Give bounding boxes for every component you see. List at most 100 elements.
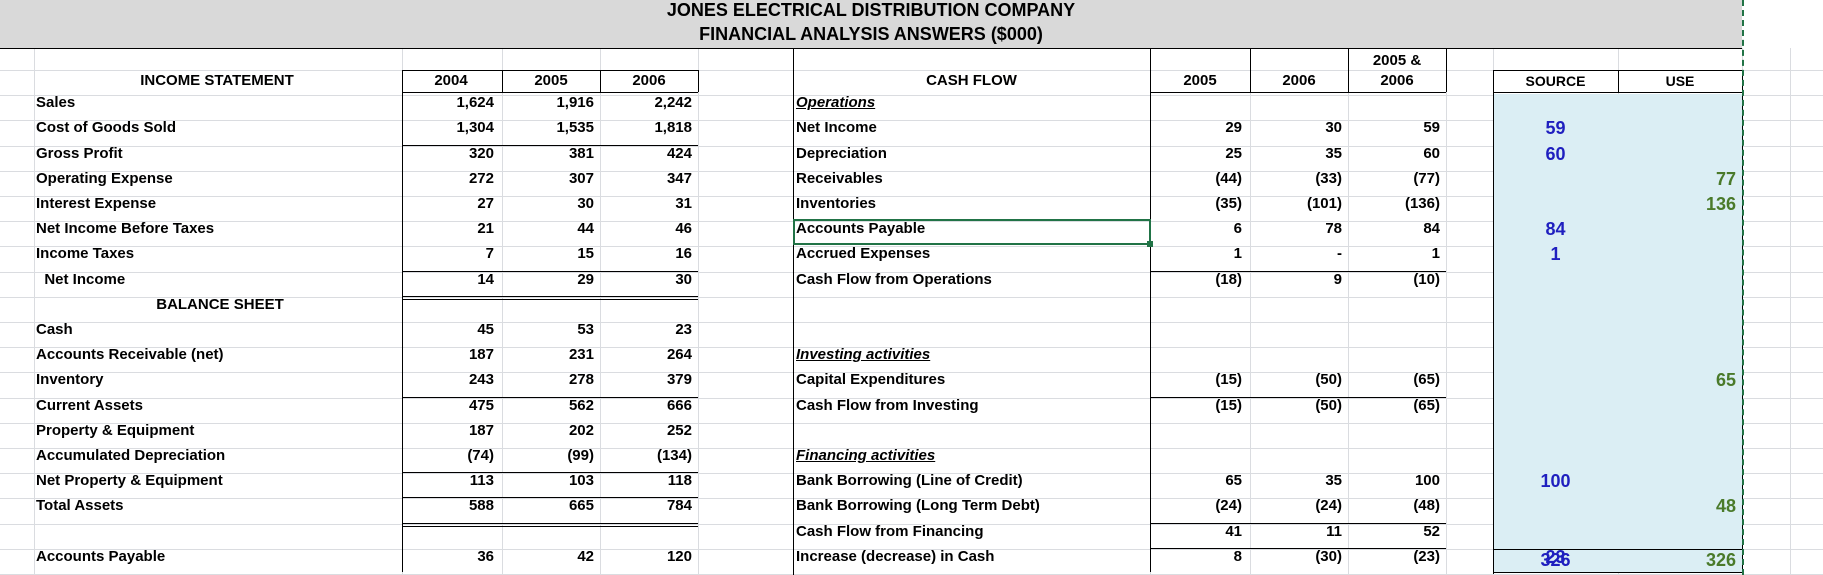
- income-row-value: 15: [577, 245, 594, 263]
- cashflow-row-value: 60: [1423, 144, 1440, 162]
- balance-row-value: 23: [675, 321, 692, 338]
- income-year-2004: 2004: [434, 72, 468, 89]
- cashflow-row-value: (77): [1413, 169, 1440, 187]
- use-value: 77: [1715, 168, 1736, 189]
- income-row-value: 1,818: [654, 119, 692, 137]
- su-left-border: [1493, 70, 1494, 574]
- balance-row-label: Property & Equipment: [36, 421, 195, 439]
- subtotal-rule: [402, 472, 698, 474]
- cashflow-row-value: 100: [1414, 472, 1440, 490]
- income-row-value: 1,535: [556, 119, 594, 137]
- balance-row-value: (99): [567, 447, 594, 464]
- source-value: 84: [1545, 219, 1566, 240]
- title-band: JONES ELECTRICAL DISTRIBUTION COMPANY FI…: [0, 0, 1742, 48]
- cashflow-row-label: Bank Borrowing (Line of Credit): [796, 472, 1023, 490]
- cashflow-year-divider: [1150, 48, 1151, 92]
- fill-handle[interactable]: [1147, 241, 1153, 248]
- balance-row-value: 36: [477, 547, 494, 565]
- source-header: SOURCE: [1525, 73, 1586, 89]
- income-row-label: Sales: [36, 94, 76, 112]
- balance-row-value: 45: [477, 321, 494, 338]
- cashflow-row-value: (15): [1215, 371, 1242, 389]
- total-rule-double: [402, 298, 698, 300]
- selected-cell[interactable]: [793, 219, 1153, 248]
- cashflow-row-label: Inventories: [796, 195, 877, 212]
- subtotal-rule: [1150, 547, 1446, 549]
- balance-row-value: 278: [568, 371, 594, 389]
- income-row-value: 46: [675, 220, 692, 238]
- cashflow-row-value: 8: [1233, 547, 1242, 565]
- income-row-value: 27: [477, 195, 494, 212]
- total-rule: [402, 295, 698, 297]
- income-row-value: 7: [485, 245, 494, 263]
- income-row-label: Gross Profit: [36, 144, 123, 162]
- income-row-value: 44: [577, 220, 594, 238]
- cashflow-row-label: Increase (decrease) in Cash: [796, 547, 995, 565]
- balance-row-value: 379: [666, 371, 692, 389]
- subtotal-rule: [1150, 396, 1446, 398]
- cashflow-row-value: -: [1337, 245, 1342, 263]
- cashflow-row-value: 11: [1326, 522, 1342, 540]
- total-rule: [402, 522, 698, 524]
- balance-row-value: (134): [656, 447, 692, 464]
- grid-col-line: [1446, 48, 1447, 575]
- cashflow-row-value: 65: [1225, 472, 1242, 490]
- balance-row-label: Total Assets: [36, 497, 124, 515]
- cashflow-row-label: Net Income: [796, 119, 877, 137]
- income-row-value: 424: [666, 144, 692, 162]
- cashflow-year-divider: [1446, 48, 1447, 92]
- source-value: 59: [1545, 118, 1566, 139]
- income-row-value: 272: [468, 169, 494, 187]
- year-box-top: [402, 70, 698, 71]
- income-row-label: Net Income Before Taxes: [36, 220, 215, 238]
- cashflow-year-divider: [1348, 48, 1349, 92]
- subtotal-rule: [1150, 270, 1446, 272]
- cashflow-year-2005: 2005: [1183, 72, 1217, 89]
- year-box-divider: [698, 70, 699, 92]
- cashflow-row-value: 6: [1233, 220, 1242, 238]
- subtotal-rule: [402, 497, 698, 499]
- cashflow-section-label: Financing activities: [796, 447, 936, 464]
- balance-row-value: 42: [577, 547, 594, 565]
- cashflow-row-value: (136): [1404, 195, 1440, 212]
- su-header-bottom: [1493, 92, 1742, 93]
- totals-bottom-rule: [1493, 572, 1742, 573]
- balance-row-value: 252: [666, 421, 692, 439]
- income-row-value: 1,304: [456, 119, 494, 137]
- cashflow-row-value: (18): [1215, 270, 1242, 288]
- cashflow-row-value: 1: [1233, 245, 1242, 263]
- source-value: 1: [1550, 244, 1561, 265]
- cashflow-row-value: (65): [1413, 371, 1440, 389]
- cashflow-row-label: Cash Flow from Financing: [796, 522, 984, 540]
- cashflow-row-label: Receivables: [796, 169, 883, 187]
- cashflow-year-combined-line2: 2006: [1380, 72, 1414, 89]
- year-box-divider: [502, 70, 503, 92]
- cashflow-year-2006: 2006: [1282, 72, 1316, 89]
- income-row-value: 14: [477, 270, 494, 288]
- income-row-value: 29: [577, 270, 594, 288]
- title-underline: [0, 48, 1742, 49]
- cashflow-row-value: 52: [1423, 522, 1440, 540]
- cashflow-row-value: (10): [1413, 270, 1440, 288]
- balance-row-label: Accounts Receivable (net): [36, 346, 224, 364]
- income-heading: INCOME STATEMENT: [140, 72, 294, 89]
- cashflow-row-label: Cash Flow from Operations: [796, 270, 992, 288]
- income-row-label: Income Taxes: [36, 245, 135, 263]
- use-total: 326: [1705, 550, 1736, 570]
- company-title: JONES ELECTRICAL DISTRIBUTION COMPANY: [666, 0, 1076, 20]
- cashflow-row-value: 41: [1225, 522, 1242, 540]
- cashflow-section-label: Investing activities: [796, 346, 931, 364]
- income-row-label: Cost of Goods Sold: [36, 119, 176, 137]
- cashflow-row-label: Bank Borrowing (Long Term Debt): [796, 497, 1040, 515]
- balance-row-label: Accumulated Depreciation: [36, 447, 226, 464]
- cashflow-row-value: (101): [1306, 195, 1342, 212]
- cashflow-row-value: (15): [1215, 396, 1242, 414]
- balance-row-label: Accounts Payable: [36, 547, 166, 565]
- report-subtitle: FINANCIAL ANALYSIS ANSWERS ($000): [699, 24, 1043, 44]
- balance-row-value: 231: [568, 346, 594, 364]
- cashflow-row-value: 35: [1325, 144, 1342, 162]
- income-row-label: Operating Expense: [36, 169, 173, 187]
- cashflow-row-value: (48): [1413, 497, 1440, 515]
- subtotal-rule: [1150, 522, 1446, 524]
- income-row-value: 307: [568, 169, 594, 187]
